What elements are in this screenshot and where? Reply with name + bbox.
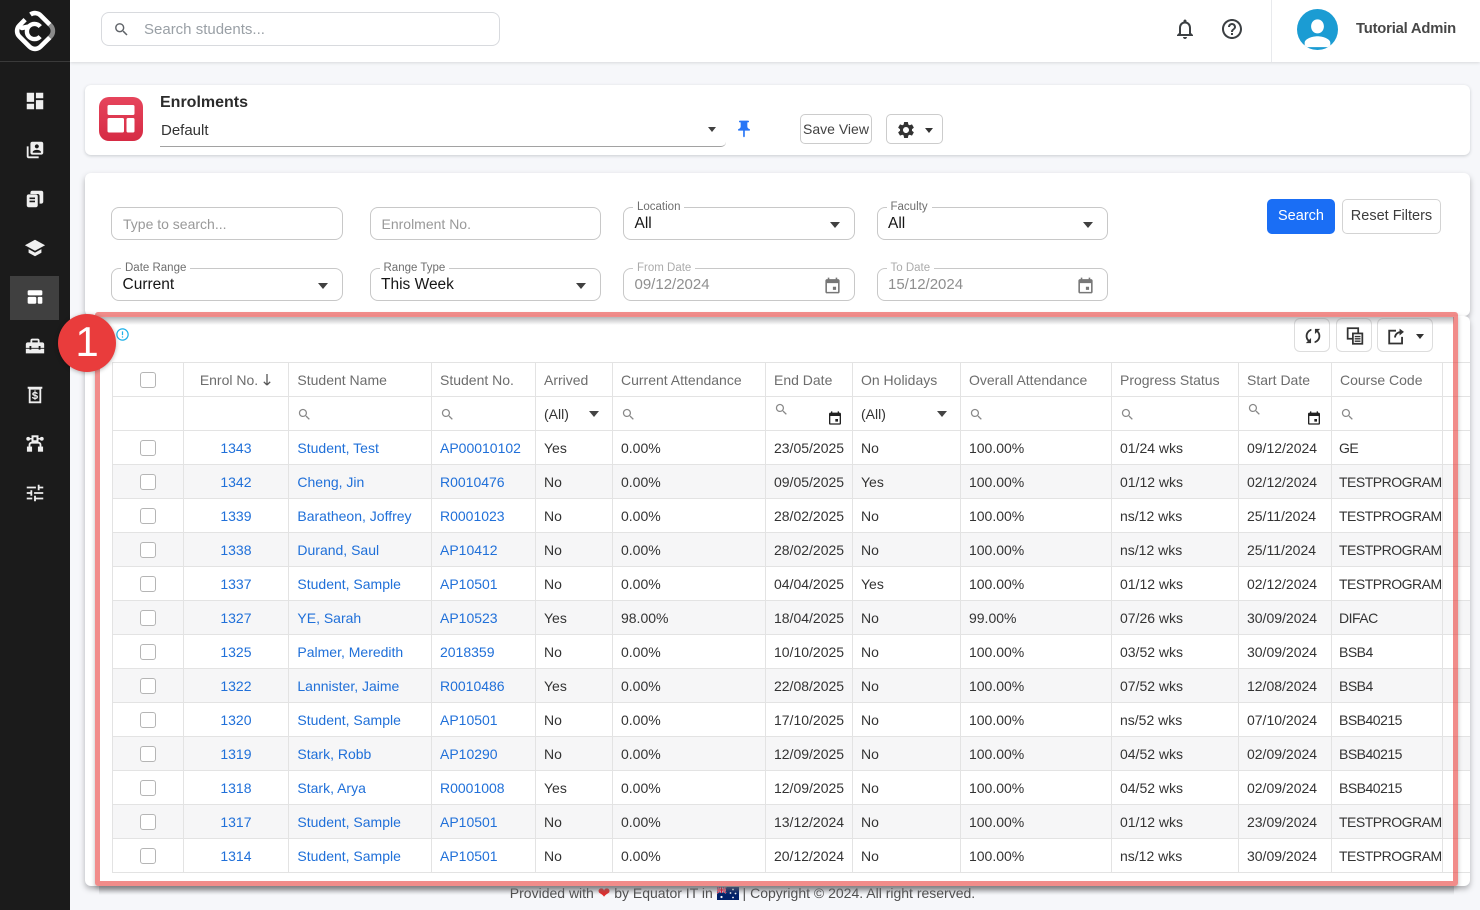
svg-text:S: S <box>32 391 39 402</box>
